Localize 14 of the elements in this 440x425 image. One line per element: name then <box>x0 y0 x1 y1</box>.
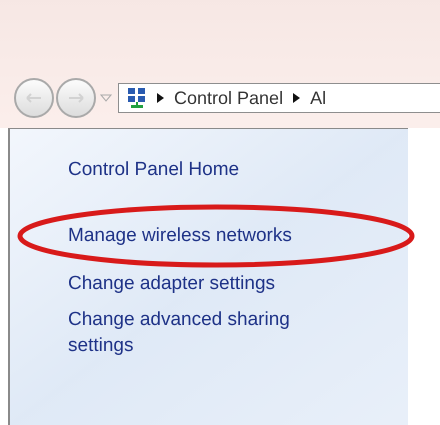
dropdown-caret-icon[interactable] <box>100 94 112 102</box>
left-arrow-icon <box>26 93 42 103</box>
sidebar-link[interactable]: Control Panel Home <box>68 157 338 183</box>
right-arrow-icon <box>68 93 84 103</box>
breadcrumb-arrow-icon <box>293 93 300 103</box>
network-computers-icon <box>127 87 147 109</box>
forward-button[interactable] <box>56 78 96 118</box>
breadcrumb-item[interactable]: Al <box>310 84 326 112</box>
sidebar-link[interactable]: Change advanced sharing settings <box>68 307 338 359</box>
breadcrumb-arrow-icon <box>157 93 164 103</box>
address-bar[interactable]: Control Panel Al <box>118 83 440 113</box>
back-button[interactable] <box>14 78 54 118</box>
sidebar-link[interactable]: Change adapter settings <box>68 271 338 297</box>
breadcrumb-item[interactable]: Control Panel <box>174 84 284 112</box>
